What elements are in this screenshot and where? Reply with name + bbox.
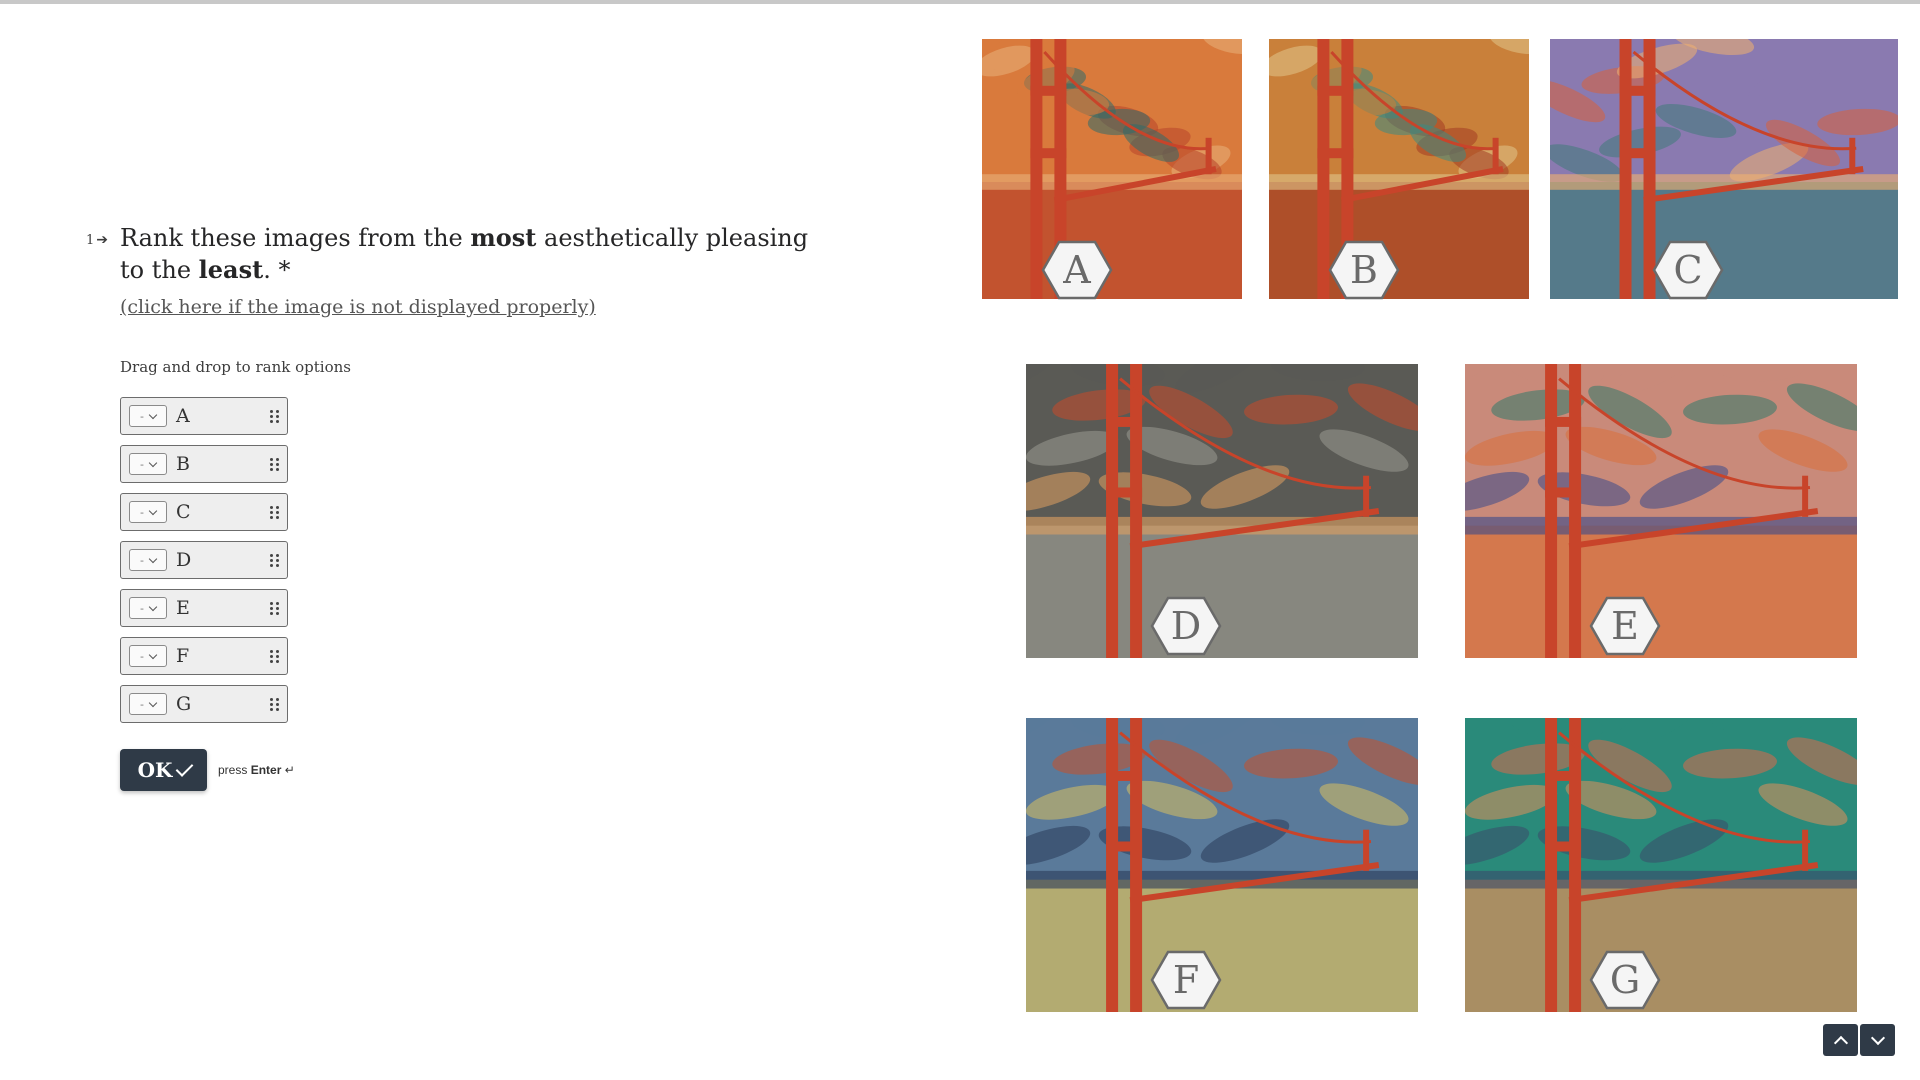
rank-item-label: B <box>176 453 190 475</box>
rank-position-select[interactable]: - <box>129 405 167 427</box>
rank-select-value: - <box>140 649 144 663</box>
chevron-down-icon <box>148 554 158 563</box>
ok-button[interactable]: OK <box>120 749 207 791</box>
image-option-e <box>1465 364 1857 658</box>
drag-hint: Drag and drop to rank options <box>120 358 351 376</box>
press-enter-key: Enter <box>250 763 282 777</box>
question-title: Rank these images from the most aestheti… <box>120 222 810 286</box>
enter-icon: ↵ <box>284 763 295 777</box>
rank-position-select[interactable]: - <box>129 645 167 667</box>
rank-position-select[interactable]: - <box>129 549 167 571</box>
next-question-button[interactable] <box>1860 1024 1895 1056</box>
rank-position-select[interactable]: - <box>129 693 167 715</box>
drag-handle-icon[interactable] <box>270 506 279 520</box>
progress-bar <box>0 0 1920 4</box>
rank-item-g[interactable]: -G <box>120 685 288 723</box>
rank-item-f[interactable]: -F <box>120 637 288 675</box>
rank-item-e[interactable]: -E <box>120 589 288 627</box>
chevron-down-icon <box>148 698 158 707</box>
rank-select-value: - <box>140 697 144 711</box>
question-number: 1 ➔ <box>86 232 108 248</box>
image-badge-f: F <box>1150 950 1222 1010</box>
drag-handle-icon[interactable] <box>270 410 279 424</box>
ok-label: OK <box>137 758 173 782</box>
rank-item-label: A <box>176 405 190 427</box>
chevron-down-icon <box>148 410 158 419</box>
rank-item-label: D <box>176 549 192 571</box>
question-number-text: 1 <box>86 232 95 248</box>
image-badge-b: B <box>1328 240 1400 300</box>
image-badge-d: D <box>1150 596 1222 656</box>
chevron-down-icon <box>148 506 158 515</box>
rank-item-d[interactable]: -D <box>120 541 288 579</box>
image-badge-label: B <box>1350 248 1378 292</box>
chevron-down-icon <box>148 602 158 611</box>
rank-item-label: G <box>176 693 192 715</box>
press-enter-prefix: press <box>218 763 251 777</box>
chevron-down-icon <box>1870 1030 1885 1045</box>
bridge-painting <box>1026 364 1418 658</box>
image-option-g <box>1465 718 1857 1012</box>
press-enter-hint: press Enter ↵ <box>218 763 295 777</box>
image-badge-label: E <box>1611 604 1639 648</box>
image-option-f <box>1026 718 1418 1012</box>
chevron-down-icon <box>148 650 158 659</box>
rank-item-a[interactable]: -A <box>120 397 288 435</box>
drag-handle-icon[interactable] <box>270 554 279 568</box>
drag-handle-icon[interactable] <box>270 698 279 712</box>
rank-select-value: - <box>140 553 144 567</box>
rank-item-c[interactable]: -C <box>120 493 288 531</box>
chevron-up-icon <box>1833 1035 1848 1050</box>
rank-list: -A-B-C-D-E-F-G <box>120 397 288 733</box>
image-badge-g: G <box>1589 950 1661 1010</box>
drag-handle-icon[interactable] <box>270 650 279 664</box>
chevron-down-icon <box>148 458 158 467</box>
title-required-mark: . * <box>263 256 291 284</box>
rank-item-b[interactable]: -B <box>120 445 288 483</box>
image-badge-label: F <box>1172 958 1200 1002</box>
bridge-painting <box>1465 364 1857 658</box>
arrow-right-icon: ➔ <box>96 232 109 248</box>
rank-position-select[interactable]: - <box>129 453 167 475</box>
title-text: Rank these images from the <box>120 224 471 252</box>
bridge-painting <box>1026 718 1418 1012</box>
image-badge-label: G <box>1609 958 1641 1002</box>
bridge-painting <box>1465 718 1857 1012</box>
image-badge-label: C <box>1673 248 1703 292</box>
image-option-c <box>1550 39 1898 299</box>
rank-select-value: - <box>140 457 144 471</box>
image-badge-label: D <box>1170 604 1202 648</box>
rank-position-select[interactable]: - <box>129 501 167 523</box>
image-badge-e: E <box>1589 596 1661 656</box>
check-icon <box>176 758 194 777</box>
rank-item-label: F <box>176 645 190 667</box>
previous-question-button[interactable] <box>1823 1024 1858 1056</box>
image-badge-c: C <box>1652 240 1724 300</box>
rank-select-value: - <box>140 601 144 615</box>
image-option-d <box>1026 364 1418 658</box>
rank-select-value: - <box>140 505 144 519</box>
title-emphasis-most: most <box>470 223 537 252</box>
drag-handle-icon[interactable] <box>270 602 279 616</box>
bridge-painting <box>1550 39 1898 299</box>
rank-item-label: C <box>176 501 191 523</box>
rank-item-label: E <box>176 597 190 619</box>
image-fallback-link[interactable]: (click here if the image is not displaye… <box>120 296 596 318</box>
image-badge-a: A <box>1041 240 1113 300</box>
image-badge-label: A <box>1063 248 1091 292</box>
title-emphasis-least: least <box>198 255 264 284</box>
navigation <box>1823 1024 1895 1056</box>
rank-position-select[interactable]: - <box>129 597 167 619</box>
drag-handle-icon[interactable] <box>270 458 279 472</box>
rank-select-value: - <box>140 409 144 423</box>
